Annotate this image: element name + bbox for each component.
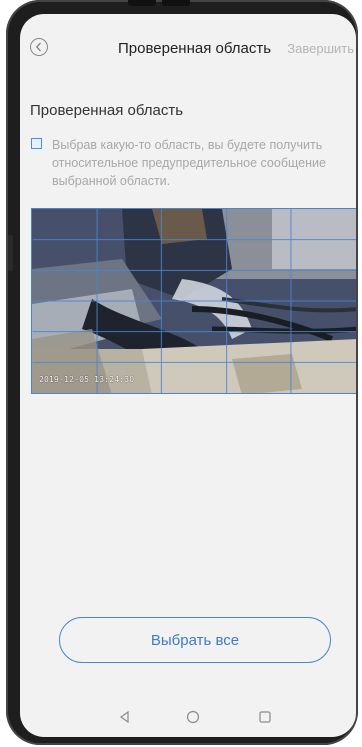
square-recent-icon[interactable] — [258, 710, 272, 724]
select-all-button[interactable]: Выбрать все — [59, 617, 331, 663]
done-button[interactable]: Завершить — [287, 41, 354, 56]
header-bar: Проверенная область Завершить — [20, 34, 356, 62]
side-button — [8, 235, 13, 271]
section-description: Выбрав какую-то область, вы будете получ… — [52, 138, 326, 188]
camera-preview[interactable]: 2019-12-05 13:24:30 — [31, 208, 356, 394]
top-notch — [128, 0, 190, 6]
detection-grid — [32, 209, 356, 393]
camera-timestamp: 2019-12-05 13:24:30 — [39, 375, 135, 384]
app-screen: Проверенная область Завершить Проверенна… — [20, 14, 356, 737]
triangle-back-icon[interactable] — [118, 710, 132, 724]
chevron-left-icon — [35, 42, 41, 52]
select-area-checkbox[interactable] — [31, 138, 42, 149]
system-nav-bar — [20, 700, 356, 736]
back-button[interactable] — [30, 38, 48, 56]
circle-home-icon[interactable] — [186, 710, 200, 724]
page-title: Проверенная область — [118, 40, 272, 57]
phone-frame: Проверенная область Завершить Проверенна… — [6, 0, 358, 745]
section-title: Проверенная область — [30, 102, 184, 119]
